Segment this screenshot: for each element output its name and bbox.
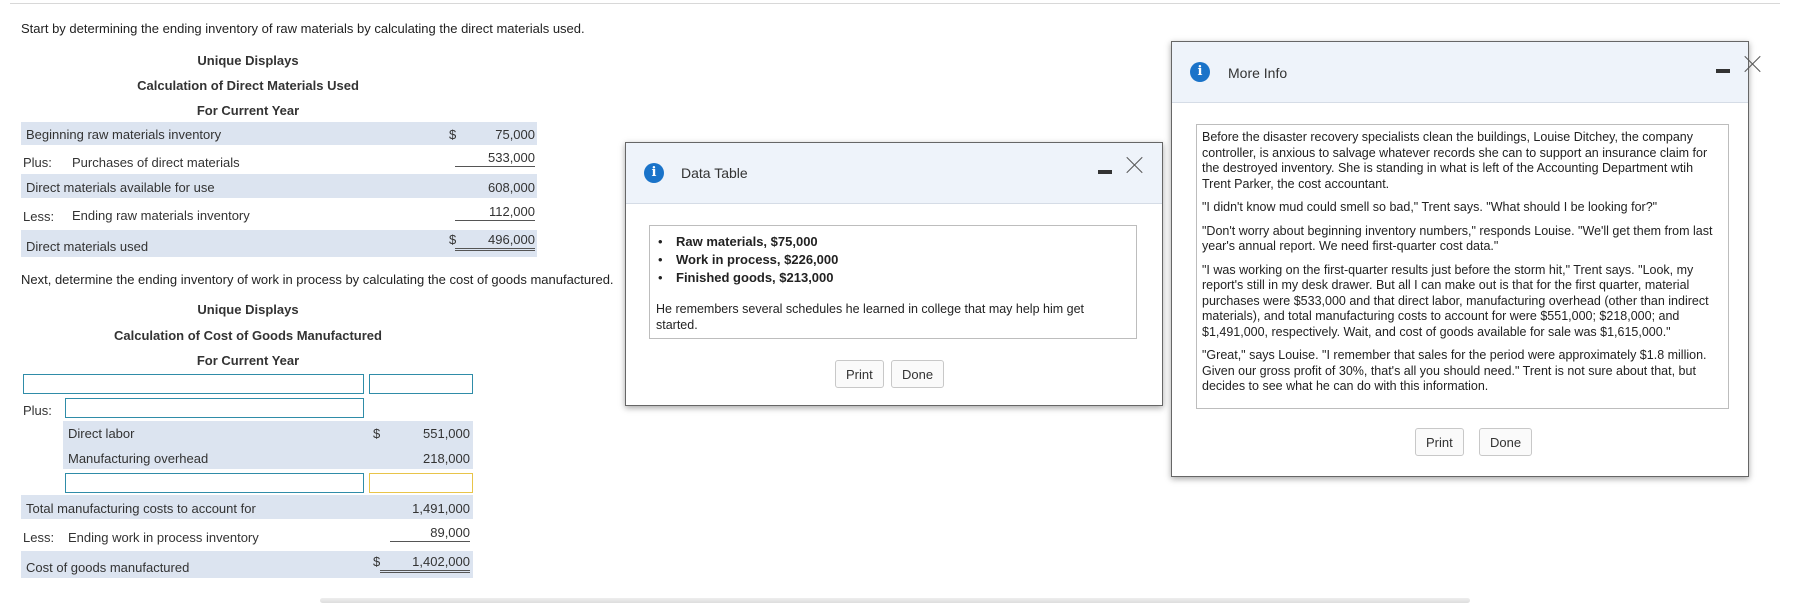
cogm-period: For Current Year <box>196 353 300 368</box>
close-icon[interactable] <box>1126 156 1144 174</box>
data-table-list: Raw materials, $75,000 Work in process, … <box>650 233 1136 287</box>
dm-row-value: 496,000 <box>455 232 535 251</box>
data-table-content: Raw materials, $75,000 Work in process, … <box>649 225 1137 339</box>
more-info-paragraph: "Don't worry about beginning inventory n… <box>1202 223 1713 254</box>
dm-company: Unique Displays <box>197 53 299 68</box>
instruction-step-1: Start by determining the ending inventor… <box>21 21 585 36</box>
bottom-scroll-shadow <box>320 598 1470 603</box>
minimize-icon[interactable] <box>1716 69 1730 73</box>
dm-row-label: Direct materials available for use <box>26 180 215 195</box>
more-info-paragraph: "I was working on the first-quarter resu… <box>1202 262 1709 339</box>
more-info-title: More Info <box>1228 65 1288 81</box>
cogm-row-value: 218,000 <box>423 451 470 466</box>
more-info-content: Before the disaster recovery specialists… <box>1196 124 1729 409</box>
cogm-title: Calculation of Cost of Goods Manufacture… <box>114 328 382 343</box>
data-table-note: He remembers several schedules he learne… <box>656 302 1085 332</box>
list-item: Raw materials, $75,000 <box>650 233 1136 251</box>
dm-row-value: 608,000 <box>488 180 535 195</box>
cogm-row-value: 89,000 <box>390 525 470 542</box>
minimize-icon[interactable] <box>1098 170 1112 174</box>
dm-row-label: Direct materials used <box>26 239 149 254</box>
cogm-row-label: Ending work in process inventory <box>68 530 259 545</box>
cogm-subtotal-value-input[interactable] <box>369 473 473 493</box>
list-item: Work in process, $226,000 <box>650 251 1136 269</box>
close-icon[interactable] <box>1744 55 1762 73</box>
dm-row-label: Beginning raw materials inventory <box>26 127 222 142</box>
more-info-header: i More Info <box>1172 42 1748 103</box>
dm-row-label: Purchases of direct materials <box>72 155 240 170</box>
more-info-modal: i More Info Before the disaster recovery… <box>1171 41 1749 477</box>
list-item: Finished goods, $213,000 <box>650 269 1136 287</box>
data-table-title: Data Table <box>681 165 748 181</box>
cogm-row-label: Direct labor <box>68 426 135 441</box>
cogm-row-value: 1,491,000 <box>412 501 470 516</box>
print-button[interactable]: Print <box>1415 428 1464 456</box>
dm-row-prefix: Plus: <box>23 155 52 170</box>
dm-row-value: 533,000 <box>455 150 535 167</box>
info-icon: i <box>644 163 664 183</box>
data-table-header: i Data Table <box>626 143 1162 204</box>
dm-period: For Current Year <box>196 103 300 118</box>
cogm-beginning-label-input[interactable] <box>23 374 364 394</box>
data-table-modal: i Data Table Raw materials, $75,000 Work… <box>625 142 1163 406</box>
done-button[interactable]: Done <box>1479 428 1533 456</box>
more-info-paragraph: Before the disaster recovery specialists… <box>1202 130 1708 191</box>
dm-row-value: 112,000 <box>455 204 535 221</box>
print-button[interactable]: Print <box>835 360 884 388</box>
cogm-plus-label-input[interactable] <box>65 398 364 418</box>
top-divider <box>10 0 1780 4</box>
dm-title: Calculation of Direct Materials Used <box>137 78 359 93</box>
done-button[interactable]: Done <box>891 360 945 388</box>
cogm-row-label: Manufacturing overhead <box>68 451 209 466</box>
more-info-paragraph: "I didn't know mud could smell so bad," … <box>1202 200 1658 214</box>
cogm-less-label: Less: <box>23 530 55 545</box>
dm-row-prefix: Less: <box>23 209 55 224</box>
dm-row-dollar: $ <box>449 127 457 142</box>
cogm-row-value: 551,000 <box>423 426 470 441</box>
cogm-subtotal-label-input[interactable] <box>65 473 364 493</box>
dm-row-value: 75,000 <box>495 127 535 142</box>
cogm-company: Unique Displays <box>197 302 299 317</box>
cogm-plus-label: Plus: <box>23 403 52 418</box>
instruction-step-2: Next, determine the ending inventory of … <box>21 272 614 287</box>
more-info-paragraph: "Great," says Louise. "I remember that s… <box>1202 348 1707 393</box>
dm-row-label: Ending raw materials inventory <box>72 208 250 223</box>
cogm-row-dollar: $ <box>373 426 381 441</box>
info-icon: i <box>1190 62 1210 82</box>
cogm-beginning-value-input[interactable] <box>369 374 473 394</box>
cogm-row-label: Cost of goods manufactured <box>26 560 190 575</box>
cogm-row-label: Total manufacturing costs to account for <box>26 501 256 516</box>
cogm-row-value: 1,402,000 <box>380 554 470 573</box>
